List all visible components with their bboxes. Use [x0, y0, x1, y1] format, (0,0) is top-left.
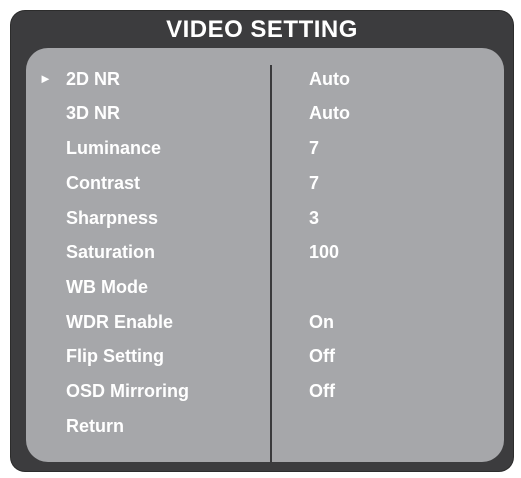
menu-panel: ► 2D NR Auto 3D NR Auto Luminance 7 Cont…	[26, 48, 504, 463]
menu-item-label: WB Mode	[66, 277, 148, 297]
menu-item-value: Auto	[309, 103, 350, 123]
menu-item-osd-mirroring[interactable]: OSD Mirroring Off	[26, 376, 504, 406]
menu-item-3d-nr[interactable]: 3D NR Auto	[26, 98, 504, 128]
menu-item-label: Sharpness	[66, 208, 159, 228]
selection-cursor-icon: ►	[39, 71, 52, 86]
menu-item-value: Auto	[309, 69, 350, 89]
menu-item-label: Saturation	[66, 242, 156, 262]
menu-item-value: Off	[309, 381, 335, 401]
menu-item-wdr-enable[interactable]: WDR Enable On	[26, 307, 504, 337]
menu-item-value: 100	[309, 242, 340, 262]
menu-item-flip-setting[interactable]: Flip Setting Off	[26, 341, 504, 371]
menu-item-label: Luminance	[66, 138, 162, 158]
menu-item-value: Off	[309, 346, 335, 366]
menu-item-luminance[interactable]: Luminance 7	[26, 133, 504, 163]
menu-item-label: WDR Enable	[66, 312, 174, 332]
menu-item-return[interactable]: Return	[26, 411, 504, 441]
menu-item-value: 3	[309, 208, 320, 228]
menu-item-2d-nr[interactable]: ► 2D NR Auto	[26, 64, 504, 94]
menu-item-value: 7	[309, 173, 320, 193]
menu-item-contrast[interactable]: Contrast 7	[26, 168, 504, 198]
menu-item-label: OSD Mirroring	[66, 381, 190, 401]
menu-title: VIDEO SETTING	[166, 16, 358, 43]
menu-item-label: 2D NR	[66, 69, 121, 89]
menu-item-label: Contrast	[66, 173, 141, 193]
menu-item-wb-mode[interactable]: WB Mode	[26, 272, 504, 302]
menu-item-sharpness[interactable]: Sharpness 3	[26, 203, 504, 233]
menu-item-saturation[interactable]: Saturation 100	[26, 237, 504, 267]
menu-item-value: On	[309, 312, 334, 332]
menu-item-label: Return	[66, 416, 124, 436]
video-setting-window: VIDEO SETTING ► 2D NR Auto 3D NR Auto Lu…	[11, 11, 513, 471]
menu-item-value: 7	[309, 138, 320, 158]
menu-item-label: Flip Setting	[66, 346, 164, 366]
menu-item-label: 3D NR	[66, 103, 121, 123]
